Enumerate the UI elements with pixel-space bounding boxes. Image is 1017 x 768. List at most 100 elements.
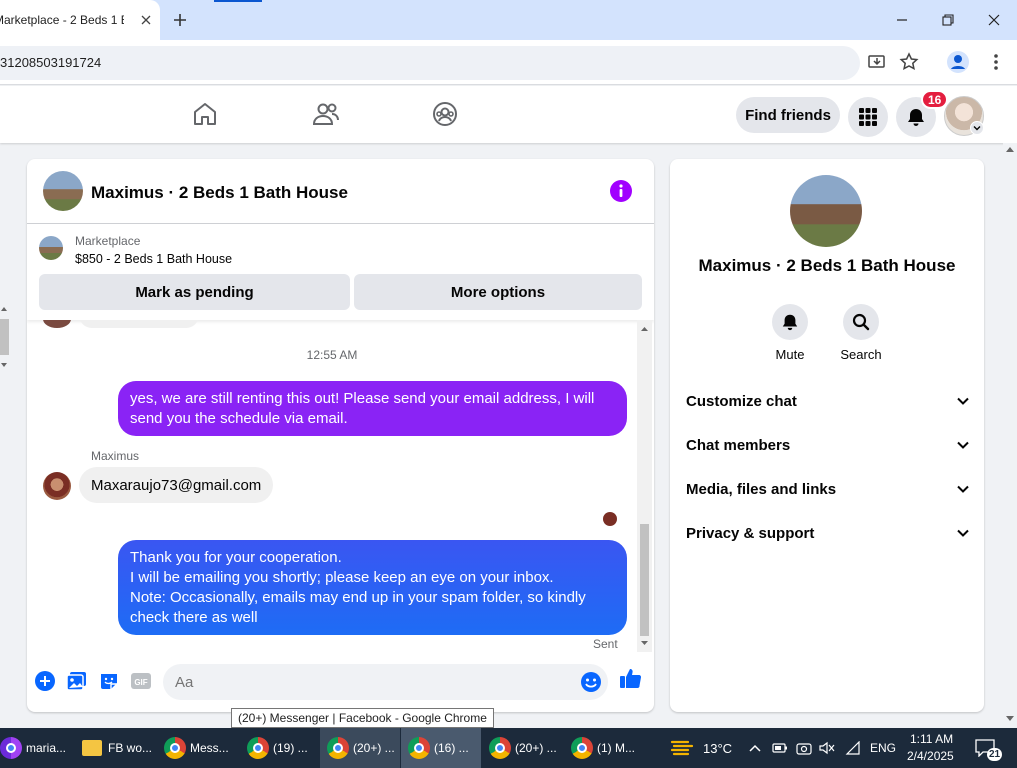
home-icon[interactable] xyxy=(192,101,218,127)
section-label: Customize chat xyxy=(686,392,797,410)
chrome-icon xyxy=(164,737,186,759)
wifi-icon[interactable] xyxy=(845,741,861,755)
conversation-avatar[interactable] xyxy=(790,175,862,247)
taskbar-item[interactable]: (19) ... xyxy=(243,728,323,768)
chevron-down-icon xyxy=(957,529,969,537)
listing-title[interactable]: $850 - 2 Beds 1 Bath House xyxy=(75,252,232,266)
mute-label: Mute xyxy=(775,347,805,362)
gif-icon[interactable]: GIF xyxy=(130,670,152,692)
taskbar-item[interactable]: (16) ... xyxy=(401,728,481,768)
search-icon[interactable] xyxy=(843,304,879,340)
find-friends-button[interactable]: Find friends xyxy=(736,97,840,133)
page-scrollbar-right[interactable] xyxy=(1003,143,1017,728)
groups-icon[interactable] xyxy=(432,101,458,127)
taskbar-item[interactable]: (1) M... xyxy=(567,728,647,768)
taskbar-item[interactable]: maria... xyxy=(0,728,74,768)
outgoing-message-bubble[interactable]: yes, we are still renting this out! Plea… xyxy=(118,381,627,436)
weather-icon[interactable] xyxy=(670,738,694,758)
battery-icon[interactable] xyxy=(772,742,788,754)
install-app-icon[interactable] xyxy=(867,52,887,72)
chat-avatar[interactable] xyxy=(43,171,83,211)
folder-icon xyxy=(82,740,102,756)
notification-count: 21 xyxy=(987,748,1003,761)
weather-temperature[interactable]: 13°C xyxy=(703,741,732,756)
media-files-links-section[interactable]: Media, files and links xyxy=(686,467,970,511)
sender-avatar xyxy=(43,320,71,328)
clock-time[interactable]: 1:11 AM xyxy=(910,732,953,746)
browser-tab[interactable]: Marketplace - 2 Beds 1 Bath xyxy=(0,0,160,40)
conversation-title: Maximus · 2 Beds 1 Bath House xyxy=(698,256,956,275)
menu-grid-icon[interactable] xyxy=(848,97,888,137)
language-indicator[interactable]: ENG xyxy=(870,741,896,755)
bell-icon[interactable] xyxy=(772,304,808,340)
chat-title[interactable]: Maximus · 2 Beds 1 Bath House xyxy=(91,183,348,203)
chrome-menu-icon[interactable] xyxy=(986,52,1006,72)
conversation-info-panel: Maximus · 2 Beds 1 Bath House Mute Searc… xyxy=(670,159,984,712)
camera-icon[interactable] xyxy=(796,741,812,755)
photo-icon[interactable] xyxy=(66,670,88,692)
taskbar-item-label: (20+) ... xyxy=(515,741,557,755)
chevron-down-icon xyxy=(957,485,969,493)
taskbar-item[interactable]: (20+) ... xyxy=(320,728,400,768)
browser-toolbar: 31208503191724 xyxy=(0,40,1017,85)
notification-count-badge: 16 xyxy=(921,90,949,109)
sticker-icon[interactable] xyxy=(98,670,120,692)
chevron-down-icon xyxy=(957,397,969,405)
message-input-container[interactable] xyxy=(163,664,608,700)
new-tab-icon[interactable] xyxy=(171,11,189,29)
chrome-profile-icon[interactable] xyxy=(947,51,969,73)
taskbar-item-label: (16) ... xyxy=(434,741,469,755)
taskbar-item[interactable]: FB wo... xyxy=(78,728,158,768)
bookmark-star-icon[interactable] xyxy=(899,52,919,72)
chevron-down-icon[interactable] xyxy=(970,121,984,135)
chat-members-section[interactable]: Chat members xyxy=(686,423,970,467)
taskbar-item-label: (20+) ... xyxy=(353,741,395,755)
message-list: 12:55 AM yes, we are still renting this … xyxy=(27,320,637,652)
chrome-icon xyxy=(247,737,269,759)
friends-icon[interactable] xyxy=(312,101,339,127)
chrome-icon xyxy=(408,737,430,759)
incoming-message-bubble[interactable]: Maxaraujo73@gmail.com xyxy=(79,467,274,503)
windows-taskbar: maria... FB wo... Mess... (19) ... (20+)… xyxy=(0,728,1017,768)
page-scrollbar-left[interactable] xyxy=(0,305,9,375)
customize-chat-section[interactable]: Customize chat xyxy=(686,379,970,423)
chrome-icon xyxy=(489,737,511,759)
address-bar[interactable] xyxy=(0,46,860,80)
outgoing-message-bubble[interactable]: Thank you for your cooperation. I will b… xyxy=(118,540,627,635)
url-text[interactable]: 31208503191724 xyxy=(0,55,101,70)
message-input[interactable] xyxy=(163,664,563,700)
taskbar-item[interactable]: (20+) ... xyxy=(485,728,565,768)
chat-header: Maximus · 2 Beds 1 Bath House xyxy=(27,159,654,224)
chat-scrollbar-thumb[interactable] xyxy=(640,524,649,636)
mute-button[interactable]: Mute xyxy=(760,304,820,362)
search-label: Search xyxy=(840,347,882,362)
taskbar-item-label: (1) M... xyxy=(597,741,635,755)
privacy-support-section[interactable]: Privacy & support xyxy=(686,511,970,555)
taskbar-item[interactable]: Mess... xyxy=(160,728,240,768)
thumbs-up-icon[interactable] xyxy=(619,666,643,690)
close-tab-icon[interactable] xyxy=(138,12,154,28)
chevron-up-icon[interactable] xyxy=(748,742,762,754)
taskbar-item-label: (19) ... xyxy=(273,741,308,755)
more-options-button[interactable]: More options xyxy=(354,274,642,310)
clock-date[interactable]: 2/4/2025 xyxy=(907,749,954,763)
taskbar-item-label: FB wo... xyxy=(108,741,153,755)
add-icon[interactable] xyxy=(34,670,56,692)
chrome-icon xyxy=(327,737,349,759)
incoming-message-bubble xyxy=(79,320,199,328)
emoji-icon[interactable] xyxy=(580,671,602,693)
mark-as-pending-button[interactable]: Mark as pending xyxy=(39,274,350,310)
section-label: Chat members xyxy=(686,436,791,454)
close-window-icon[interactable] xyxy=(971,0,1017,40)
search-button[interactable]: Search xyxy=(831,304,891,362)
sender-avatar[interactable] xyxy=(43,472,71,500)
listing-thumbnail[interactable] xyxy=(39,236,63,260)
chat-scrollbar[interactable] xyxy=(637,320,652,652)
info-icon[interactable] xyxy=(610,180,632,202)
taskbar-item-label: maria... xyxy=(26,741,67,755)
volume-muted-icon[interactable] xyxy=(819,741,835,755)
chat-panel: Maximus · 2 Beds 1 Bath House Marketplac… xyxy=(27,159,654,712)
minimize-icon[interactable] xyxy=(879,0,925,40)
taskbar-item-label: Mess... xyxy=(190,741,229,755)
restore-icon[interactable] xyxy=(925,0,971,40)
